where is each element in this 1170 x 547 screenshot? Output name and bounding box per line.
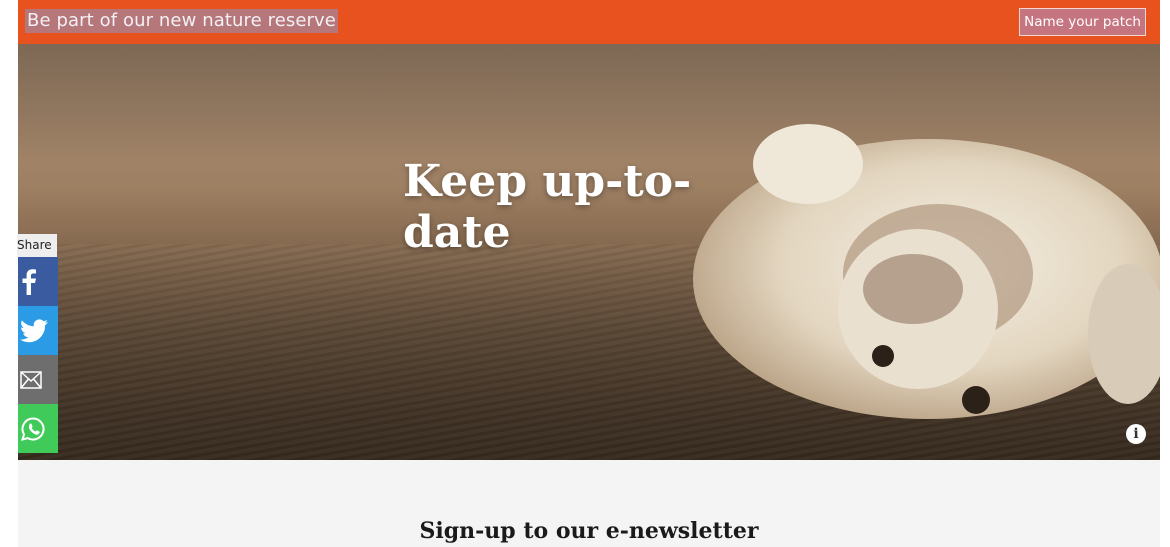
promo-banner[interactable]: Be part of our new nature reserve Name y…: [18, 0, 1160, 44]
email-icon: [20, 370, 42, 389]
newsletter-title: Sign-up to our e-newsletter: [419, 518, 759, 544]
share-facebook-button[interactable]: [18, 257, 58, 306]
share-whatsapp-button[interactable]: [18, 404, 58, 453]
page: Be part of our new nature reserve Name y…: [17, 0, 1160, 547]
name-your-patch-button[interactable]: Name your patch: [1019, 8, 1146, 36]
share-label: Share: [17, 234, 57, 257]
info-icon[interactable]: i: [1126, 424, 1146, 444]
share-email-button[interactable]: [18, 355, 58, 404]
banner-text[interactable]: Be part of our new nature reserve: [25, 9, 338, 33]
share-bar: Share: [17, 234, 58, 453]
facebook-icon: [22, 268, 36, 295]
twitter-icon: [20, 318, 48, 342]
hero-image: Keep up-to-date i: [18, 44, 1160, 460]
hero-title: Keep up-to-date: [403, 156, 692, 258]
seal-pup-illustration: [693, 124, 1160, 419]
whatsapp-icon: [21, 416, 45, 441]
newsletter-section: Sign-up to our e-newsletter: [18, 460, 1160, 547]
share-twitter-button[interactable]: [18, 306, 58, 355]
